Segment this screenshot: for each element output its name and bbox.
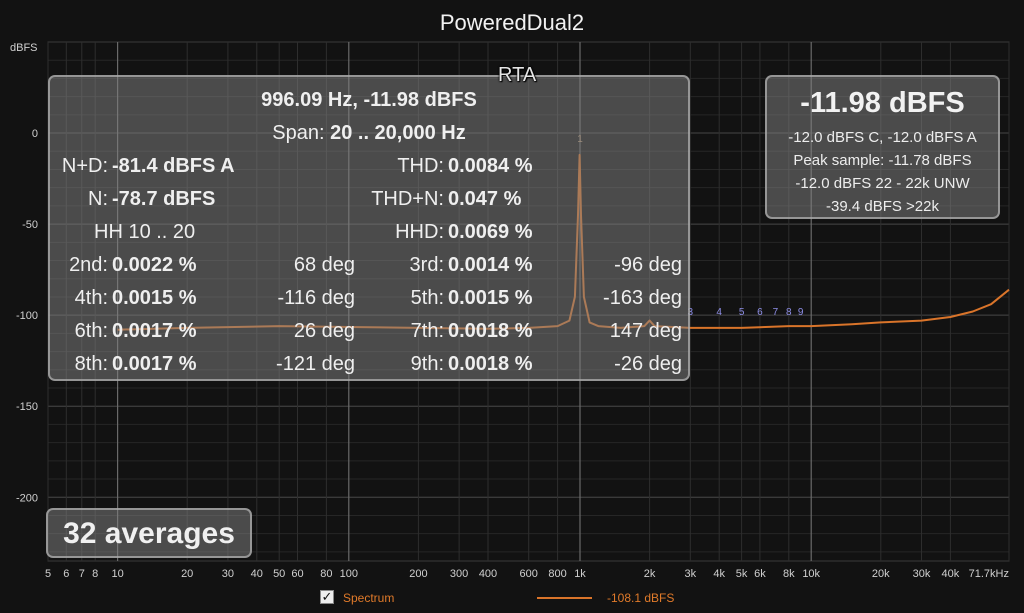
- harmonic-marker-label: 8: [786, 307, 792, 318]
- harmonic-marker-label: 7: [773, 307, 779, 318]
- x-tick-label: 1k: [574, 568, 586, 580]
- x-tick-label: 3k: [685, 568, 697, 580]
- thdn-value: 0.047 %: [448, 188, 522, 210]
- span-value: 20 .. 20,000 Hz: [330, 122, 466, 144]
- y-tick-label: -200: [16, 492, 38, 504]
- legend-series-value: -108.1 dBFS: [607, 591, 675, 605]
- y-axis-unit-label: dBFS: [10, 42, 38, 54]
- harmonic-label: 4th:: [74, 287, 108, 309]
- thd-label: THD:: [397, 155, 444, 177]
- legend-series-name: Spectrum: [343, 591, 395, 605]
- y-tick-label: -150: [16, 401, 38, 413]
- harmonic-phase: -163 deg: [603, 287, 682, 309]
- y-tick-label: 0: [32, 128, 38, 140]
- thd-value: 0.0084 %: [448, 155, 533, 177]
- harmonic-label: 9th:: [410, 353, 444, 375]
- x-tick-label: 600: [520, 568, 538, 580]
- x-tick-label: 800: [548, 568, 566, 580]
- cursor-readout: 996.09 Hz, -11.98 dBFS: [261, 89, 477, 111]
- harmonic-phase: 147 deg: [609, 320, 682, 342]
- x-tick-label: 20: [181, 568, 193, 580]
- level-line: -39.4 dBFS >22k: [826, 198, 939, 215]
- x-tick-label: 2k: [644, 568, 656, 580]
- harmonic-value: 0.0017 %: [112, 320, 197, 342]
- harmonic-value: 0.0015 %: [448, 287, 533, 309]
- chart-title: PoweredDual2: [439, 10, 585, 35]
- hhd-label: HHD:: [395, 221, 444, 243]
- x-tick-label: 200: [409, 568, 427, 580]
- x-tick-label: 10: [111, 568, 123, 580]
- level-line: -12.0 dBFS 22 - 22k UNW: [795, 175, 970, 192]
- distortion-panel: 996.09 Hz, -11.98 dBFS Span: 20 .. 20,00…: [48, 75, 690, 381]
- x-tick-label: 30k: [913, 568, 931, 580]
- x-tick-label: 50: [273, 568, 285, 580]
- x-tick-label: 40k: [942, 568, 960, 580]
- x-tick-label: 8: [92, 568, 98, 580]
- x-tick-label: 40: [251, 568, 263, 580]
- x-tick-label: 300: [450, 568, 468, 580]
- n-value: -78.7 dBFS: [112, 188, 216, 210]
- y-tick-label: -50: [22, 219, 38, 231]
- level-panel: -11.98 dBFS -12.0 dBFS C, -12.0 dBFS A P…: [765, 75, 1000, 219]
- x-tick-label: 30: [222, 568, 234, 580]
- spectrum-checkbox[interactable]: ✓: [320, 590, 334, 604]
- level-line: -12.0 dBFS C, -12.0 dBFS A: [788, 129, 977, 146]
- harmonic-value: 0.0015 %: [112, 287, 197, 309]
- hh-range: HH 10 .. 20: [94, 221, 196, 243]
- nd-label: N+D:: [61, 155, 108, 177]
- x-tick-label: 5k: [736, 568, 748, 580]
- harmonic-label: 8th:: [74, 353, 108, 375]
- level-line: Peak sample: -11.78 dBFS: [793, 152, 972, 169]
- harmonic-phase: -26 deg: [614, 353, 682, 375]
- harmonic-label: 2nd:: [69, 254, 108, 276]
- harmonic-label: 7th:: [410, 320, 444, 342]
- rta-mode-label: RTA: [498, 64, 537, 86]
- harmonic-value: 0.0018 %: [448, 320, 533, 342]
- x-tick-label: 80: [320, 568, 332, 580]
- level-readout: -11.98 dBFS: [800, 87, 965, 119]
- x-tick-label: 7: [79, 568, 85, 580]
- harmonic-value: 0.0014 %: [448, 254, 533, 276]
- harmonic-value: 0.0022 %: [112, 254, 197, 276]
- harmonic-value: 0.0018 %: [448, 353, 533, 375]
- x-tick-label: 6k: [754, 568, 766, 580]
- x-tick-label: 4k: [713, 568, 725, 580]
- x-tick-label: 20k: [872, 568, 890, 580]
- hhd-value: 0.0069 %: [448, 221, 533, 243]
- x-tick-label: 6: [63, 568, 69, 580]
- x-tick-label: 5: [45, 568, 51, 580]
- harmonic-marker-label: 4: [716, 307, 722, 318]
- x-tick-label: 400: [479, 568, 497, 580]
- x-tick-label: 10k: [802, 568, 820, 580]
- nd-value: -81.4 dBFS A: [112, 155, 235, 177]
- x-tick-label: 71.7kHz: [969, 568, 1009, 580]
- harmonic-marker-label: 9: [798, 307, 804, 318]
- harmonic-marker-label: 5: [739, 307, 745, 318]
- harmonic-phase: -96 deg: [614, 254, 682, 276]
- n-label: N:: [88, 188, 108, 210]
- x-tick-label: 100: [340, 568, 358, 580]
- x-tick-label: 8k: [783, 568, 795, 580]
- harmonic-label: 3rd:: [409, 254, 444, 276]
- averages-count: 32 averages: [63, 517, 235, 550]
- legend-line-swatch: [537, 597, 592, 599]
- span-label: Span:: [272, 122, 325, 144]
- thdn-label: THD+N:: [371, 188, 444, 210]
- y-tick-label: -100: [16, 310, 38, 322]
- span-readout: Span: 20 .. 20,000 Hz: [50, 122, 688, 145]
- harmonic-marker-label: 6: [757, 307, 763, 318]
- harmonic-value: 0.0017 %: [112, 353, 197, 375]
- harmonic-label: 6th:: [74, 320, 108, 342]
- harmonic-label: 5th:: [410, 287, 444, 309]
- x-tick-label: 60: [291, 568, 303, 580]
- averages-panel: 32 averages: [46, 508, 252, 558]
